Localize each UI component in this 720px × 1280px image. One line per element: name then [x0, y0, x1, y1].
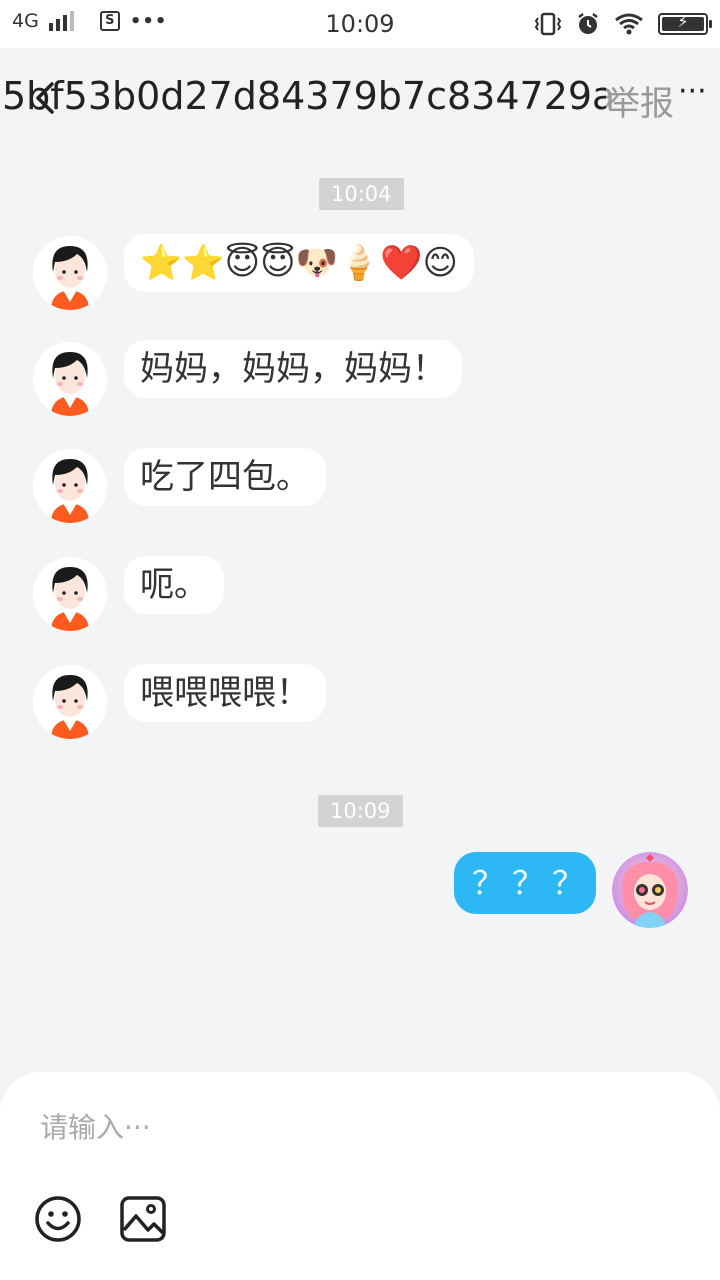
more-menu-button[interactable]: ··· [678, 74, 707, 109]
status-bar: 4G S ••• 10:09 ⚡ [0, 0, 720, 48]
image-icon[interactable] [118, 1194, 168, 1244]
battery-charging-icon: ⚡ [658, 12, 712, 35]
vibrate-icon [534, 12, 562, 36]
alarm-icon [578, 13, 598, 34]
wifi-icon [615, 13, 643, 35]
report-button[interactable]: 举报 [606, 76, 674, 125]
contact-avatar[interactable] [33, 557, 107, 631]
contact-avatar[interactable] [33, 342, 107, 416]
emoji-icon[interactable] [33, 1194, 83, 1244]
message-bubble[interactable]: 呃。 [124, 556, 224, 614]
message-bubble[interactable]: 妈妈，妈妈，妈妈！ [124, 340, 462, 398]
message-bubble[interactable]: ⭐⭐😇😇🐶🍦❤️😊 [124, 234, 475, 292]
my-avatar[interactable] [612, 852, 688, 928]
input-panel [0, 1072, 720, 1280]
message-input[interactable] [40, 1102, 640, 1152]
page-title: 5bf53b0d27d84379b7c834729a [2, 74, 616, 118]
chat-header: 5bf53b0d27d84379b7c834729a 举报 ··· [0, 48, 720, 148]
timestamp-chip: 10:09 [318, 795, 403, 827]
contact-avatar[interactable] [33, 449, 107, 523]
message-bubble[interactable]: 吃了四包。 [124, 448, 326, 506]
chevron-left-icon[interactable] [30, 80, 60, 116]
my-message-bubble[interactable]: ？？？ [454, 852, 596, 914]
timestamp-chip: 10:04 [319, 178, 404, 210]
contact-avatar[interactable] [33, 665, 107, 739]
message-bubble[interactable]: 喂喂喂喂！ [124, 664, 326, 722]
contact-avatar[interactable] [33, 236, 107, 310]
